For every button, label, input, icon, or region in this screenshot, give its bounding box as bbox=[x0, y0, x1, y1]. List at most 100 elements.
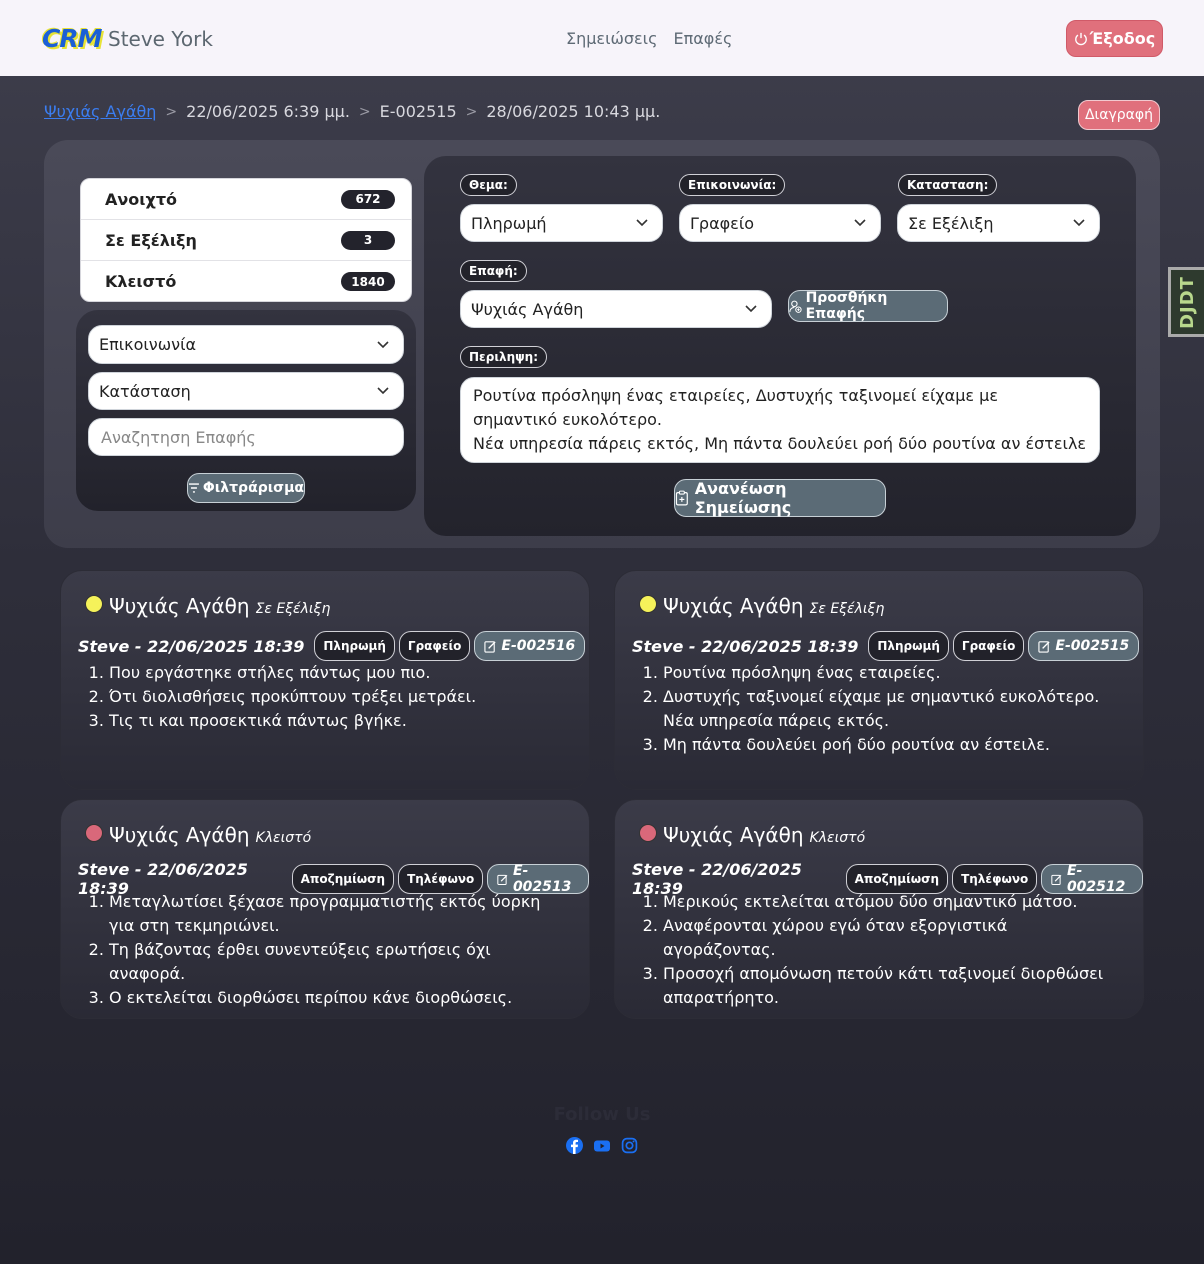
count-badge: 1840 bbox=[341, 272, 395, 291]
nav-link-contacts[interactable]: Επαφές bbox=[673, 29, 732, 48]
debug-toolbar-handle[interactable]: DJDT bbox=[1168, 267, 1204, 337]
note-meta: Steve - 22/06/2025 18:39 Πληρωμή Γραφείο… bbox=[78, 631, 586, 661]
breadcrumb-contact-link[interactable]: Ψυχιάς Αγάθη bbox=[44, 102, 156, 121]
channel-tag: Γραφείο bbox=[952, 631, 1025, 661]
search-placeholder: Αναζητηση Επαφής bbox=[101, 427, 256, 447]
edit-icon bbox=[1038, 640, 1050, 653]
nav-link-notes[interactable]: Σημειώσεις bbox=[566, 29, 657, 48]
breadcrumb-separator: > bbox=[465, 103, 478, 120]
note-id: E-002516 bbox=[501, 638, 576, 654]
note-card[interactable]: Ψυχιάς Αγάθη Κλειστό Steve - 22/06/2025 1… bbox=[614, 799, 1144, 1019]
note-item: Προσοχή απομόνωση πετούν κάτι ταξινομεί … bbox=[663, 962, 1123, 1010]
filter-button-label: Φιλτράρισμα bbox=[202, 480, 304, 496]
contact-label: Επαφή: bbox=[460, 260, 527, 282]
note-id: E-002515 bbox=[1055, 638, 1130, 654]
debug-toolbar-label: DJDT bbox=[1177, 275, 1199, 329]
instagram-icon[interactable] bbox=[621, 1137, 638, 1154]
note-title: Ψυχιάς Αγάθη Σε Εξέλιξη bbox=[109, 594, 330, 618]
count-badge: 672 bbox=[341, 189, 395, 209]
status-item-closed[interactable]: Κλειστό 1840 bbox=[81, 261, 411, 301]
note-status: Σε Εξέλιξη bbox=[255, 601, 331, 617]
add-contact-button[interactable]: Προσθήκη Επαφής bbox=[788, 290, 948, 322]
edit-icon bbox=[497, 874, 508, 885]
delete-button[interactable]: Διαγραφή bbox=[1078, 100, 1160, 130]
note-items: Μεταγλωτίσει ξέχασε προγραμματιστής εκτό… bbox=[109, 890, 569, 1010]
select-value: Κατάσταση bbox=[99, 381, 191, 401]
clipboard-plus-icon bbox=[675, 490, 688, 506]
note-items: Που εργάστηκε στήλες πάντως μου πιο. Ότι… bbox=[109, 661, 569, 733]
note-item: Αναφέρονται χώρου εγώ όταν εξοργιστικά α… bbox=[663, 914, 1123, 962]
note-status: Κλειστό bbox=[255, 830, 312, 846]
status-dot bbox=[639, 595, 657, 613]
note-contact-name: Ψυχιάς Αγάθη bbox=[109, 594, 250, 618]
follow-us-heading: Follow Us bbox=[553, 1104, 651, 1125]
status-filter-select[interactable]: Κατάσταση bbox=[88, 372, 404, 410]
facebook-icon[interactable] bbox=[566, 1137, 583, 1154]
logo[interactable]: CRM bbox=[42, 24, 102, 53]
chevron-down-icon bbox=[377, 387, 389, 395]
note-item: Ότι διολισθήσεις προκύπτουν τρέξει μετρά… bbox=[109, 685, 569, 709]
breadcrumb-separator: > bbox=[165, 103, 178, 120]
username: Steve York bbox=[108, 27, 213, 51]
filter-icon bbox=[188, 483, 199, 493]
edit-icon bbox=[484, 640, 496, 653]
breadcrumb-note-id: E-002515 bbox=[379, 102, 457, 121]
status-label: Κατασταση: bbox=[898, 174, 998, 196]
note-id-edit-link[interactable]: E-002515 bbox=[1028, 631, 1140, 661]
breadcrumb-created: 22/06/2025 6:39 μμ. bbox=[186, 102, 350, 121]
summary-label: Περιληψη: bbox=[460, 346, 547, 368]
add-contact-label: Προσθήκη Επαφής bbox=[805, 290, 888, 322]
subject-select[interactable]: Πληρωμή bbox=[460, 204, 663, 242]
contact-search-input[interactable]: Αναζητηση Επαφής bbox=[88, 418, 404, 456]
status-item-open[interactable]: Ανοιχτό 672 bbox=[81, 179, 411, 220]
note-item: Τη βάζοντας έρθει συνεντεύξεις ερωτήσεις… bbox=[109, 938, 569, 986]
note-card[interactable]: Ψυχιάς Αγάθη Σε Εξέλιξη Steve - 22/06/202… bbox=[614, 570, 1144, 790]
note-author: Steve - 22/06/2025 18:39 bbox=[78, 636, 305, 656]
note-status: Σε Εξέλιξη bbox=[809, 601, 885, 617]
note-id-edit-link[interactable]: E-002516 bbox=[474, 631, 586, 661]
summary-textarea[interactable]: Ρουτίνα πρόσληψη ένας εταιρείες, Δυστυχή… bbox=[460, 377, 1100, 463]
note-title: Ψυχιάς Αγάθη Σε Εξέλιξη bbox=[663, 594, 884, 618]
status-dot bbox=[639, 824, 657, 842]
navbar: CRM Steve York Σημειώσεις Επαφές Έξοδος bbox=[0, 0, 1204, 76]
logout-label: Έξοδος bbox=[1089, 29, 1156, 48]
note-title: Ψυχιάς Αγάθη Κλειστό bbox=[109, 823, 311, 847]
power-icon bbox=[1074, 32, 1087, 45]
youtube-icon[interactable] bbox=[593, 1137, 611, 1154]
note-item: Μερικούς εκτελείται ατόμου δύο σημαντικό… bbox=[663, 890, 1123, 914]
filter-button[interactable]: Φιλτράρισμα bbox=[187, 473, 305, 503]
communication-filter-select[interactable]: Επικοινωνία bbox=[88, 325, 404, 364]
contact-select[interactable]: Ψυχιάς Αγάθη bbox=[460, 290, 772, 328]
note-item: Δυστυχής ταξινομεί είχαμε με σημαντικό ε… bbox=[663, 685, 1123, 733]
note-card[interactable]: Ψυχιάς Αγάθη Σε Εξέλιξη Steve - 22/06/202… bbox=[60, 570, 590, 790]
note-item: Ρουτίνα πρόσληψη ένας εταιρείες. bbox=[663, 661, 1123, 685]
note-meta: Steve - 22/06/2025 18:39 Πληρωμή Γραφείο… bbox=[632, 631, 1140, 661]
status-select[interactable]: Σε Εξέλιξη bbox=[897, 204, 1100, 242]
nav-links: Σημειώσεις Επαφές bbox=[566, 29, 732, 48]
chevron-down-icon bbox=[745, 305, 757, 313]
social-links bbox=[566, 1137, 638, 1154]
select-value: Σε Εξέλιξη bbox=[908, 213, 994, 233]
note-card[interactable]: Ψυχιάς Αγάθη Κλειστό Steve - 22/06/2025 1… bbox=[60, 799, 590, 1019]
breadcrumb: Ψυχιάς Αγάθη > 22/06/2025 6:39 μμ. > E-0… bbox=[44, 102, 660, 121]
breadcrumb-updated: 28/06/2025 10:43 μμ. bbox=[486, 102, 661, 121]
subject-tag: Πληρωμή bbox=[868, 631, 949, 661]
logout-button[interactable]: Έξοδος bbox=[1066, 20, 1163, 57]
status-label: Σε Εξέλιξη bbox=[105, 230, 197, 250]
status-dot bbox=[85, 824, 103, 842]
note-contact-name: Ψυχιάς Αγάθη bbox=[663, 594, 804, 618]
note-author: Steve - 22/06/2025 18:39 bbox=[632, 636, 859, 656]
status-item-in-progress[interactable]: Σε Εξέλιξη 3 bbox=[81, 220, 411, 261]
communication-label: Επικοινωνία: bbox=[679, 174, 786, 196]
note-contact-name: Ψυχιάς Αγάθη bbox=[663, 823, 804, 847]
edit-icon bbox=[1051, 874, 1062, 885]
status-label: Κλειστό bbox=[105, 272, 177, 291]
note-item: Τις τι και προσεκτικά πάντως βγήκε. bbox=[109, 709, 569, 733]
note-contact-name: Ψυχιάς Αγάθη bbox=[109, 823, 250, 847]
chevron-down-icon bbox=[377, 340, 389, 348]
status-dot bbox=[85, 595, 103, 613]
subject-label: Θεμα: bbox=[460, 174, 517, 196]
communication-select[interactable]: Γραφείο bbox=[679, 204, 881, 242]
select-value: Επικοινωνία bbox=[99, 335, 197, 354]
update-note-button[interactable]: Ανανέωση Σημείωσης bbox=[674, 479, 886, 517]
